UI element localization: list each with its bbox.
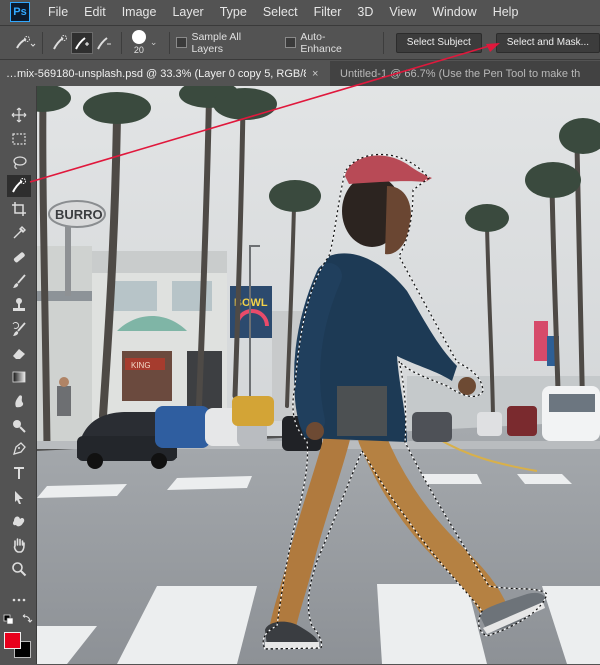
type-tool-icon bbox=[14, 467, 24, 479]
lasso-tool-button[interactable] bbox=[7, 152, 31, 174]
history-brush-icon bbox=[12, 321, 26, 336]
brush-preview-icon bbox=[131, 30, 146, 44]
move-tool-icon bbox=[11, 107, 27, 123]
dodge-tool-button[interactable] bbox=[7, 414, 31, 436]
separator bbox=[382, 31, 384, 54]
brush-size-value: 20 bbox=[133, 45, 144, 55]
dodge-tool-icon bbox=[13, 420, 26, 433]
hand-tool-button[interactable] bbox=[7, 534, 31, 556]
clone-stamp-button[interactable] bbox=[7, 294, 31, 316]
smudge-tool-icon bbox=[15, 395, 24, 408]
menu-bar: Ps File Edit Image Layer Type Select Fil… bbox=[0, 0, 600, 24]
street-photo: KING BURRO BOWL bbox=[37, 86, 600, 664]
document-canvas[interactable]: KING BURRO BOWL bbox=[37, 86, 600, 664]
tab-active-title: …mix-569180-unsplash.psd @ 33.3% (Layer … bbox=[6, 67, 306, 80]
menu-image[interactable]: Image bbox=[114, 5, 165, 19]
brush-tool-button[interactable] bbox=[7, 270, 31, 292]
select-subject-button[interactable]: Select Subject bbox=[395, 32, 482, 53]
sample-all-layers-option[interactable]: Sample All Layers bbox=[176, 31, 275, 55]
sample-all-layers-checkbox[interactable] bbox=[176, 37, 188, 48]
new-selection-button[interactable] bbox=[49, 32, 71, 54]
quick-selection-new-icon bbox=[53, 34, 67, 49]
sign-burro: BURRO bbox=[55, 207, 103, 222]
eraser-tool-icon bbox=[13, 349, 25, 359]
subtract-from-selection-button[interactable] bbox=[93, 32, 115, 54]
menu-window[interactable]: Window bbox=[424, 5, 484, 19]
quick-selection-add-icon bbox=[75, 36, 89, 49]
crop-tool-button[interactable] bbox=[7, 198, 31, 220]
auto-enhance-label: Auto-Enhance bbox=[300, 30, 342, 55]
custom-shape-button[interactable] bbox=[7, 510, 31, 532]
eraser-tool-button[interactable] bbox=[7, 342, 31, 364]
toolbox bbox=[0, 86, 37, 664]
marquee-tool-icon bbox=[12, 133, 26, 145]
pen-tool-icon bbox=[13, 442, 26, 455]
menu-edit[interactable]: Edit bbox=[76, 5, 114, 19]
tab-untitled-document[interactable]: Untitled-1 @ 66.7% (Use the Pen Tool to … bbox=[330, 61, 600, 86]
custom-shape-icon bbox=[12, 516, 25, 527]
quick-selection-subtract-icon bbox=[97, 36, 111, 49]
brush-tool-icon bbox=[13, 274, 26, 288]
quick-selection-tool-button[interactable] bbox=[7, 175, 31, 197]
zoom-tool-icon bbox=[12, 562, 27, 577]
chevron-down-icon[interactable]: ⌄ bbox=[150, 37, 158, 48]
brush-picker[interactable]: 20 bbox=[131, 30, 146, 55]
marquee-tool-button[interactable] bbox=[7, 128, 31, 150]
type-tool-button[interactable] bbox=[7, 462, 31, 484]
menu-file[interactable]: File bbox=[40, 5, 76, 19]
menu-help[interactable]: Help bbox=[485, 5, 527, 19]
tab-inactive-title: Untitled-1 @ 66.7% (Use the Pen Tool to … bbox=[340, 67, 581, 80]
gradient-tool-button[interactable] bbox=[7, 366, 31, 388]
auto-enhance-option[interactable]: Auto-Enhance bbox=[285, 31, 366, 55]
hand-tool-icon bbox=[13, 538, 25, 553]
document-tab-bar: …mix-569180-unsplash.psd @ 33.3% (Layer … bbox=[0, 61, 600, 86]
menu-select[interactable]: Select bbox=[255, 5, 306, 19]
more-tools-icon bbox=[12, 598, 26, 602]
foreground-color-swatch[interactable] bbox=[4, 632, 21, 649]
menu-filter[interactable]: Filter bbox=[306, 5, 350, 19]
add-to-selection-button[interactable] bbox=[70, 31, 93, 54]
smudge-tool-button[interactable] bbox=[7, 390, 31, 412]
menu-view[interactable]: View bbox=[381, 5, 424, 19]
select-and-mask-button[interactable]: Select and Mask... bbox=[495, 32, 600, 53]
tab-active-document[interactable]: …mix-569180-unsplash.psd @ 33.3% (Layer … bbox=[0, 61, 330, 86]
auto-enhance-checkbox[interactable] bbox=[285, 37, 297, 48]
gradient-tool-icon bbox=[12, 371, 26, 383]
separator bbox=[42, 31, 43, 54]
sample-all-layers-label: Sample All Layers bbox=[191, 30, 242, 55]
separator bbox=[120, 31, 122, 54]
sign-king: KING bbox=[131, 361, 151, 370]
quick-selection-icon bbox=[16, 35, 36, 48]
more-tools-button[interactable] bbox=[7, 589, 31, 611]
tool-preset-picker[interactable] bbox=[14, 32, 36, 54]
history-brush-button[interactable] bbox=[7, 318, 31, 340]
eyedropper-tool-icon bbox=[13, 226, 26, 239]
lasso-tool-icon bbox=[13, 156, 27, 169]
menu-type[interactable]: Type bbox=[212, 5, 255, 19]
options-bar: 20 ⌄ Sample All Layers Auto-Enhance Sele… bbox=[0, 25, 600, 60]
clone-stamp-icon bbox=[13, 298, 25, 311]
close-icon[interactable]: × bbox=[312, 68, 318, 80]
eyedropper-tool-button[interactable] bbox=[7, 222, 31, 244]
crop-tool-icon bbox=[12, 202, 26, 216]
healing-brush-button[interactable] bbox=[7, 246, 31, 268]
path-selection-icon bbox=[15, 491, 23, 504]
separator bbox=[169, 31, 171, 54]
move-tool-button[interactable] bbox=[7, 104, 31, 126]
photoshop-logo[interactable]: Ps bbox=[10, 2, 30, 22]
path-selection-button[interactable] bbox=[7, 486, 31, 508]
quick-selection-tool-icon bbox=[12, 178, 26, 193]
pen-tool-button[interactable] bbox=[7, 438, 31, 460]
healing-brush-icon bbox=[13, 252, 25, 263]
zoom-tool-button[interactable] bbox=[7, 558, 31, 580]
menu-layer[interactable]: Layer bbox=[164, 5, 211, 19]
menu-3d[interactable]: 3D bbox=[349, 5, 381, 19]
